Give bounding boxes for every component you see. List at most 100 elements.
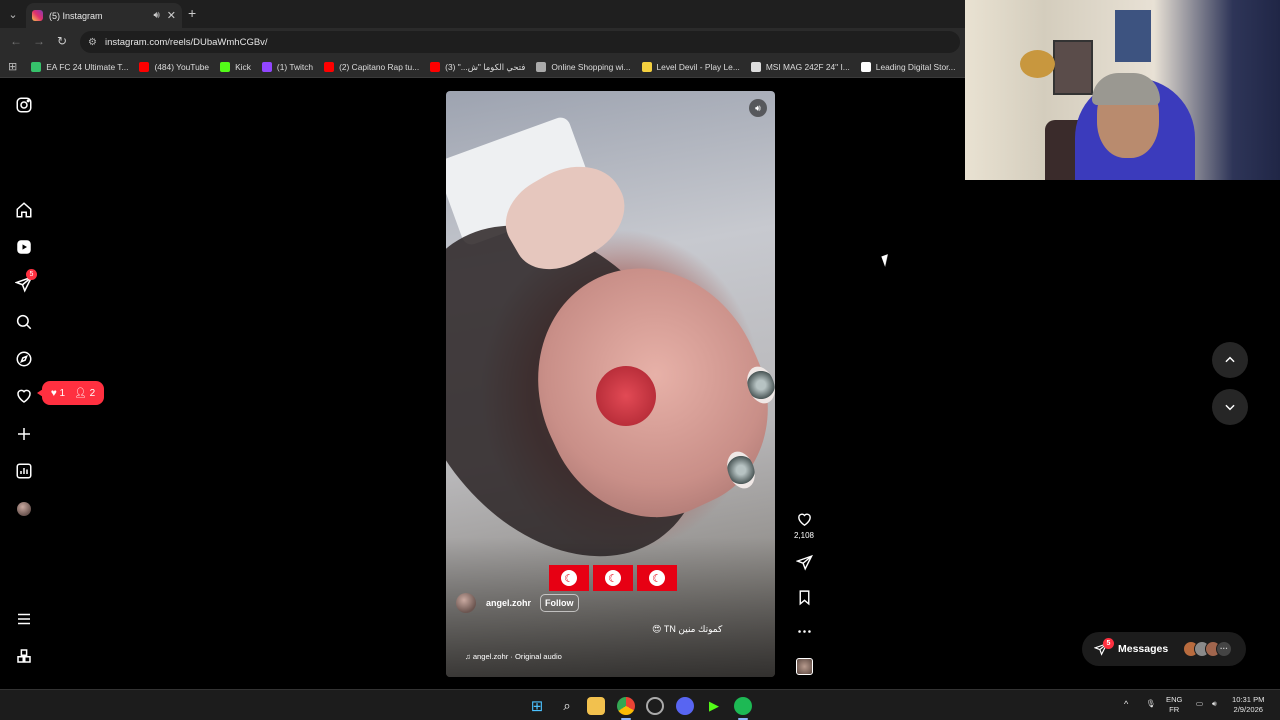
audio-thumbnail[interactable] (790, 658, 818, 675)
app-icon[interactable] (646, 697, 664, 715)
microphone-icon[interactable]: 🎙︎ (1146, 699, 1156, 709)
chevron-up-icon (1225, 356, 1235, 363)
bookmark-item[interactable]: Leading Digital Stor... (860, 61, 956, 72)
webcam-poster (1115, 10, 1151, 62)
direct-messages-icon[interactable]: 5 (14, 269, 37, 294)
like-heart-icon[interactable] (796, 511, 813, 528)
activity-likes: ♥ 1 (50, 387, 66, 399)
clock[interactable]: 10:31 PM 2/9/2026 (1232, 695, 1265, 715)
address-bar-url: instagram.com/reels/DUbaWmhCGBv/ (104, 36, 268, 48)
webcam-person-cap (1092, 73, 1160, 105)
author-username[interactable]: angel.zohr (486, 598, 531, 608)
tray-chevron-up-icon[interactable]: ^ (1124, 699, 1128, 709)
bookmark-item[interactable]: Kick (220, 61, 251, 72)
webcam-guitar (1020, 50, 1055, 78)
volume-icon[interactable]: 🔊︎ (749, 99, 767, 117)
activity-follows: 👤︎ 2 (74, 387, 96, 399)
discord-icon[interactable] (676, 697, 694, 715)
bookmark-item[interactable]: Online Shopping wi... (536, 61, 631, 72)
browser-tab-instagram[interactable]: (5) Instagram 🔊︎ ✕ (26, 3, 182, 28)
more-options-icon[interactable] (790, 623, 818, 640)
new-tab-plus-icon[interactable]: + (188, 5, 196, 21)
address-bar[interactable]: ⚙︎ instagram.com/reels/DUbaWmhCGBv/ (80, 31, 960, 53)
author-avatar[interactable] (456, 593, 476, 613)
tunisia-flag-icon: ☾ (637, 565, 677, 591)
bookmark-label: (2) Capitano Rap tu... (339, 61, 420, 72)
save-bookmark-icon[interactable] (790, 589, 818, 606)
reel-audio[interactable]: ♫ angel.zohr · Original audio (465, 652, 562, 661)
volume-tray-icon[interactable]: 🔊︎ (1212, 699, 1217, 709)
video-lips-shape (596, 366, 656, 426)
site-info-icon[interactable]: ⚙︎ (88, 37, 97, 48)
bookmark-favicon-icon (220, 61, 231, 72)
bookmark-label: Online Shopping wi... (551, 61, 631, 72)
bookmark-label: (1) Twitch (276, 61, 314, 72)
file-explorer-icon[interactable] (587, 697, 605, 715)
share-icon[interactable] (790, 554, 818, 571)
instagram-sidebar: 5 ♥ 1 👤︎ 2 (0, 79, 104, 689)
like-action: 2,108 (790, 511, 818, 540)
language-indicator[interactable]: ENG FR (1166, 695, 1182, 715)
chevron-down-icon (1225, 404, 1235, 411)
bookmark-favicon-icon (261, 61, 272, 72)
activity-likes-count: 1 (59, 387, 66, 399)
tab-search-chevron-icon[interactable]: ⌄ (4, 5, 22, 23)
forward-arrow-icon[interactable]: → (33, 34, 45, 48)
previous-reel-button[interactable] (1212, 342, 1248, 378)
spotify-icon[interactable] (734, 697, 752, 715)
launcher-icon[interactable]: ▶ (705, 697, 723, 715)
chrome-icon[interactable] (617, 697, 635, 715)
webcam-shelf (1053, 40, 1093, 95)
tunisia-flags-sticker: ☾ ☾ ☾ (549, 565, 677, 591)
bookmark-item[interactable]: EA FC 24 Ultimate T... (31, 61, 129, 72)
apps-grid-icon[interactable]: ⊞ (8, 60, 17, 73)
bookmark-item[interactable]: فتحي الكوما "ش..." (3) (430, 61, 526, 72)
network-icon[interactable]: ▭ (1196, 699, 1203, 709)
like-count: 2,108 (793, 531, 815, 540)
more-menu-icon[interactable] (14, 609, 34, 629)
reel-caption: كموتك منين TN 😍 (652, 624, 723, 634)
taskbar-search-icon[interactable]: ⌕ (558, 697, 576, 715)
bookmark-item[interactable]: (484) YouTube (139, 61, 210, 72)
reload-icon[interactable]: ↻ (57, 34, 67, 48)
tab-audio-icon[interactable]: 🔊︎ (153, 10, 159, 21)
follow-button[interactable]: Follow (540, 594, 579, 612)
reel-author: angel.zohr Follow (456, 593, 579, 613)
tab-title: (5) Instagram (49, 10, 103, 21)
bookmark-favicon-icon (860, 61, 871, 72)
bookmark-item[interactable]: (1) Twitch (261, 61, 314, 72)
back-arrow-icon[interactable]: ← (10, 34, 22, 48)
also-from-meta-icon[interactable] (14, 646, 34, 666)
messages-button[interactable]: 5 Messages ··· (1082, 632, 1246, 666)
language-bottom: FR (1169, 705, 1180, 714)
activity-notification-pill[interactable]: ♥ 1 👤︎ 2 (37, 381, 104, 405)
instagram-logo-icon[interactable] (14, 95, 34, 115)
bookmark-label: Leading Digital Stor... (875, 61, 956, 72)
reels-icon[interactable] (14, 237, 34, 257)
bookmark-favicon-icon (430, 61, 441, 72)
tab-close-icon[interactable]: ✕ (167, 9, 176, 22)
bookmark-label: (484) YouTube (154, 61, 210, 72)
explore-compass-icon[interactable] (14, 349, 34, 369)
windows-start-icon[interactable]: ⊞ (528, 697, 546, 715)
reel-video[interactable]: 🔊︎ ☾ ☾ ☾ angel.zohr Follow كموتك منين TN… (446, 91, 775, 677)
home-icon[interactable] (14, 200, 34, 220)
music-note-icon: ♫ (465, 652, 473, 661)
next-reel-button[interactable] (1212, 389, 1248, 425)
bookmark-label: فتحي الكوما "ش..." (3) (445, 61, 526, 72)
bookmark-favicon-icon (641, 61, 652, 72)
bookmark-item[interactable]: Level Devil - Play Le... (641, 61, 740, 72)
messages-count-badge: 5 (1103, 638, 1114, 649)
profile-avatar[interactable] (14, 499, 34, 519)
messages-badge: 5 (26, 269, 37, 280)
bookmark-item[interactable]: MSI MAG 242F 24" I... (750, 61, 850, 72)
bookmark-favicon-icon (750, 61, 761, 72)
create-plus-icon[interactable] (14, 424, 34, 444)
notifications-heart-icon[interactable] (14, 386, 34, 406)
bookmark-label: EA FC 24 Ultimate T... (46, 61, 129, 72)
audio-label: angel.zohr · Original audio (472, 652, 562, 661)
bookmark-item[interactable]: (2) Capitano Rap tu... (324, 61, 420, 72)
search-icon[interactable] (14, 312, 34, 332)
dashboard-chart-icon[interactable] (14, 461, 34, 481)
bookmark-label: Level Devil - Play Le... (656, 61, 740, 72)
